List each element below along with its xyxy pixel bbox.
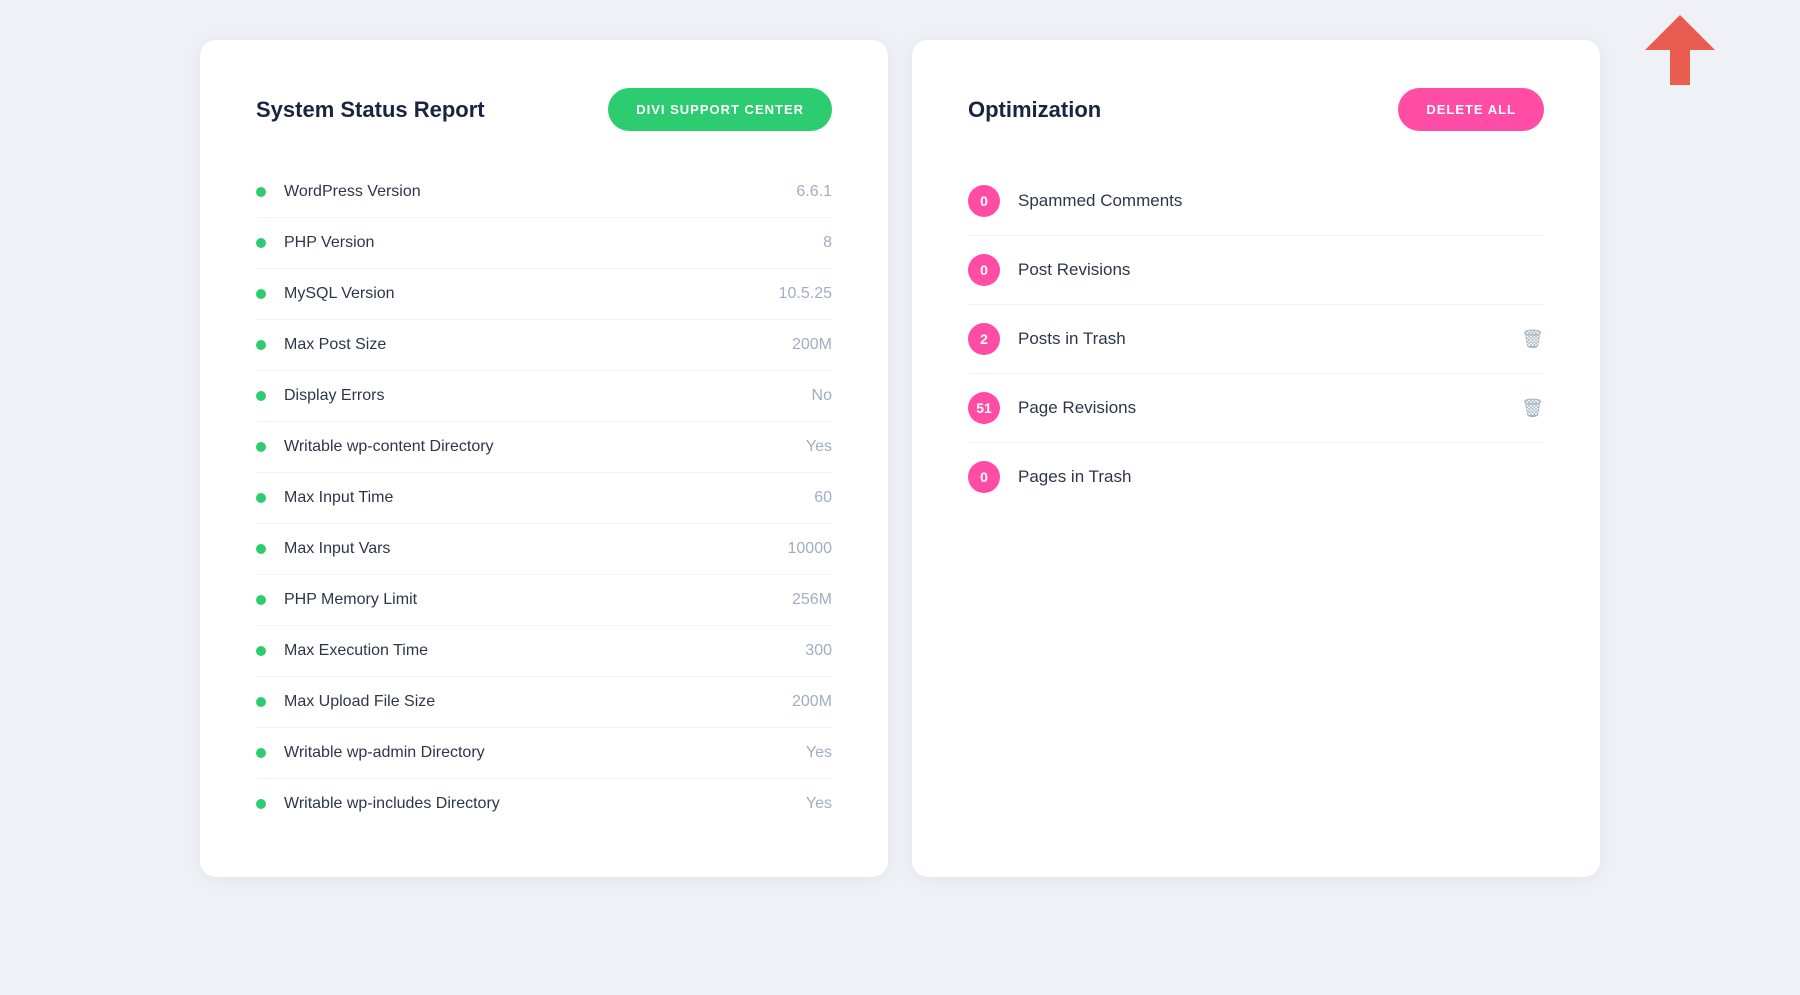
status-value: 200M xyxy=(792,693,832,711)
status-dot-icon xyxy=(256,748,266,758)
status-value: Yes xyxy=(806,744,832,762)
status-label: Writable wp-admin Directory xyxy=(284,744,806,762)
status-label: Writable wp-content Directory xyxy=(284,438,806,456)
count-badge: 0 xyxy=(968,461,1000,493)
status-label: Max Post Size xyxy=(284,336,792,354)
status-item: Writable wp-admin Directory Yes xyxy=(256,728,832,779)
status-dot-icon xyxy=(256,391,266,401)
status-dot-icon xyxy=(256,595,266,605)
status-item: MySQL Version 10.5.25 xyxy=(256,269,832,320)
status-label: WordPress Version xyxy=(284,183,796,201)
status-label: PHP Version xyxy=(284,234,823,252)
status-value: 10000 xyxy=(788,540,833,558)
status-dot-icon xyxy=(256,187,266,197)
status-label: MySQL Version xyxy=(284,285,779,303)
opt-label: Spammed Comments xyxy=(1018,191,1544,211)
page-wrapper: System Status Report DIVI SUPPORT CENTER… xyxy=(200,40,1600,877)
status-dot-icon xyxy=(256,697,266,707)
optimization-item: 0 Pages in Trash xyxy=(968,443,1544,511)
status-label: Display Errors xyxy=(284,387,812,405)
optimization-item: 51 Page Revisions 🗑 xyxy=(968,374,1544,443)
status-item: PHP Version 8 xyxy=(256,218,832,269)
status-item: Max Upload File Size 200M xyxy=(256,677,832,728)
status-label: Max Input Vars xyxy=(284,540,788,558)
status-value: 200M xyxy=(792,336,832,354)
opt-label: Page Revisions xyxy=(1018,398,1509,418)
status-item: Writable wp-includes Directory Yes xyxy=(256,779,832,829)
system-status-card: System Status Report DIVI SUPPORT CENTER… xyxy=(200,40,888,877)
status-dot-icon xyxy=(256,442,266,452)
status-value: 300 xyxy=(805,642,832,660)
optimization-item: 2 Posts in Trash 🗑 xyxy=(968,305,1544,374)
status-dot-icon xyxy=(256,646,266,656)
status-list: WordPress Version 6.6.1 PHP Version 8 My… xyxy=(256,167,832,829)
status-value: 6.6.1 xyxy=(796,183,832,201)
trash-icon[interactable]: 🗑 xyxy=(1521,398,1544,419)
status-value: Yes xyxy=(806,795,832,813)
system-status-title: System Status Report xyxy=(256,97,485,123)
status-item: Max Input Vars 10000 xyxy=(256,524,832,575)
status-label: Writable wp-includes Directory xyxy=(284,795,806,813)
status-value: No xyxy=(812,387,832,405)
status-value: 256M xyxy=(792,591,832,609)
opt-label: Posts in Trash xyxy=(1018,329,1509,349)
status-dot-icon xyxy=(256,799,266,809)
optimization-item: 0 Spammed Comments xyxy=(968,167,1544,236)
delete-all-button[interactable]: DELETE ALL xyxy=(1398,88,1544,131)
divi-support-center-button[interactable]: DIVI SUPPORT CENTER xyxy=(608,88,832,131)
optimization-list: 0 Spammed Comments 0 Post Revisions 2 Po… xyxy=(968,167,1544,511)
status-dot-icon xyxy=(256,340,266,350)
status-dot-icon xyxy=(256,493,266,503)
count-badge: 0 xyxy=(968,254,1000,286)
optimization-title: Optimization xyxy=(968,97,1101,123)
status-label: Max Upload File Size xyxy=(284,693,792,711)
status-item: Display Errors No xyxy=(256,371,832,422)
status-item: PHP Memory Limit 256M xyxy=(256,575,832,626)
system-status-header: System Status Report DIVI SUPPORT CENTER xyxy=(256,88,832,131)
count-badge: 51 xyxy=(968,392,1000,424)
opt-label: Post Revisions xyxy=(1018,260,1544,280)
status-value: Yes xyxy=(806,438,832,456)
status-item: Max Execution Time 300 xyxy=(256,626,832,677)
status-value: 8 xyxy=(823,234,832,252)
optimization-card: Optimization DELETE ALL 0 Spammed Commen… xyxy=(912,40,1600,877)
status-label: PHP Memory Limit xyxy=(284,591,792,609)
status-label: Max Input Time xyxy=(284,489,814,507)
status-value: 10.5.25 xyxy=(779,285,832,303)
status-item: Max Post Size 200M xyxy=(256,320,832,371)
optimization-header: Optimization DELETE ALL xyxy=(968,88,1544,131)
opt-label: Pages in Trash xyxy=(1018,467,1544,487)
optimization-item: 0 Post Revisions xyxy=(968,236,1544,305)
status-item: WordPress Version 6.6.1 xyxy=(256,167,832,218)
status-item: Max Input Time 60 xyxy=(256,473,832,524)
count-badge: 0 xyxy=(968,185,1000,217)
status-value: 60 xyxy=(814,489,832,507)
status-label: Max Execution Time xyxy=(284,642,805,660)
status-dot-icon xyxy=(256,238,266,248)
trash-icon[interactable]: 🗑 xyxy=(1521,329,1544,350)
status-dot-icon xyxy=(256,544,266,554)
status-dot-icon xyxy=(256,289,266,299)
status-item: Writable wp-content Directory Yes xyxy=(256,422,832,473)
count-badge: 2 xyxy=(968,323,1000,355)
